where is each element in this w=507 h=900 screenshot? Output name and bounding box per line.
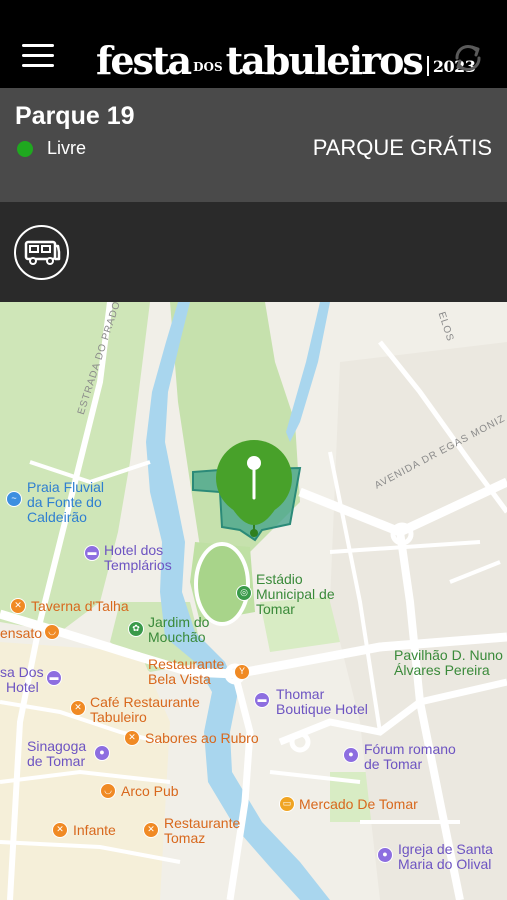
poi-igreja-santa-maria-do-olival[interactable]: Igreja de Santa Maria do Olival [398, 842, 493, 872]
map-view[interactable]: ESTRADA DO PRADO AVENIDA DR EGAS MONIZ E… [0, 302, 507, 900]
poi-cafe-restaurante-tabuleiro[interactable]: Café Restaurante Tabuleiro [90, 695, 200, 725]
hamburger-menu-icon[interactable] [22, 44, 54, 68]
landmark-icon[interactable]: ● [343, 747, 359, 763]
poi-pavilhao-d-nuno[interactable]: Pavilhão D. Nuno Álvares Pereira [394, 648, 503, 678]
stadium-icon[interactable]: ◎ [236, 585, 252, 601]
park-name: Parque 19 [15, 102, 135, 130]
beach-icon[interactable]: ~ [6, 491, 22, 507]
status-dot-icon [17, 141, 33, 157]
poi-sa-dos-hotel[interactable]: sa Dos Hotel [0, 665, 44, 695]
poi-ensato[interactable]: ensato [0, 626, 42, 641]
poi-forum-romano[interactable]: Fórum romano de Tomar [364, 742, 456, 772]
poi-sinagoga-de-tomar[interactable]: Sinagoga de Tomar [27, 739, 86, 769]
market-icon[interactable]: ▭ [279, 796, 295, 812]
poi-mercado-de-tomar[interactable]: Mercado De Tomar [299, 797, 418, 812]
church-icon[interactable]: ● [377, 847, 393, 863]
poi-arco-pub[interactable]: Arco Pub [121, 784, 179, 799]
poi-hotel-dos-templarios[interactable]: Hotel dos Templários [104, 543, 172, 573]
bar-icon[interactable]: Y [234, 664, 250, 680]
park-status: Livre [47, 138, 87, 158]
restaurant-icon[interactable]: ✕ [143, 822, 159, 838]
poi-praia-fluvial[interactable]: Praia Fluvial da Fonte do Caldeirão [27, 480, 104, 525]
top-bar: festa DOS tabuleiros 2023 [0, 0, 507, 88]
park-services-bar [0, 202, 507, 302]
hotel-icon[interactable]: ▬ [46, 670, 62, 686]
landmark-icon[interactable]: ● [94, 745, 110, 761]
poi-estadio-municipal[interactable]: Estádio Municipal de Tomar [256, 572, 335, 617]
poi-taverna-dtalha[interactable]: Taverna d'Talha [31, 599, 129, 614]
poi-infante[interactable]: Infante [73, 823, 116, 838]
restaurant-icon[interactable]: ✕ [10, 598, 26, 614]
poi-restaurante-bela-vista[interactable]: Restaurante Bela Vista [148, 657, 224, 687]
festa-dos-tabuleiros-logo: festa DOS tabuleiros 2023 [96, 38, 476, 83]
restaurant-icon[interactable]: ✕ [52, 822, 68, 838]
hotel-icon[interactable]: ▬ [254, 692, 270, 708]
cafe-icon[interactable]: ◡ [44, 624, 60, 640]
rv-icon[interactable] [14, 225, 69, 280]
park-price: PARQUE GRÁTIS [312, 135, 492, 160]
refresh-icon[interactable] [450, 40, 486, 76]
hotel-icon[interactable]: ▬ [84, 545, 100, 561]
poi-restaurante-tomaz[interactable]: Restaurante Tomaz [164, 816, 240, 846]
poi-sabores-ao-rubro[interactable]: Sabores ao Rubro [145, 731, 259, 746]
poi-thomar-boutique-hotel[interactable]: Thomar Boutique Hotel [276, 687, 368, 717]
restaurant-icon[interactable]: ✕ [124, 730, 140, 746]
pub-icon[interactable]: ◡ [100, 783, 116, 799]
park-info-panel: Parque 19 Livre PARQUE GRÁTIS [0, 88, 507, 202]
restaurant-icon[interactable]: ✕ [70, 700, 86, 716]
poi-jardim-do-mouchao[interactable]: Jardim do Mouchão [148, 615, 209, 645]
garden-icon[interactable]: ✿ [128, 621, 144, 637]
